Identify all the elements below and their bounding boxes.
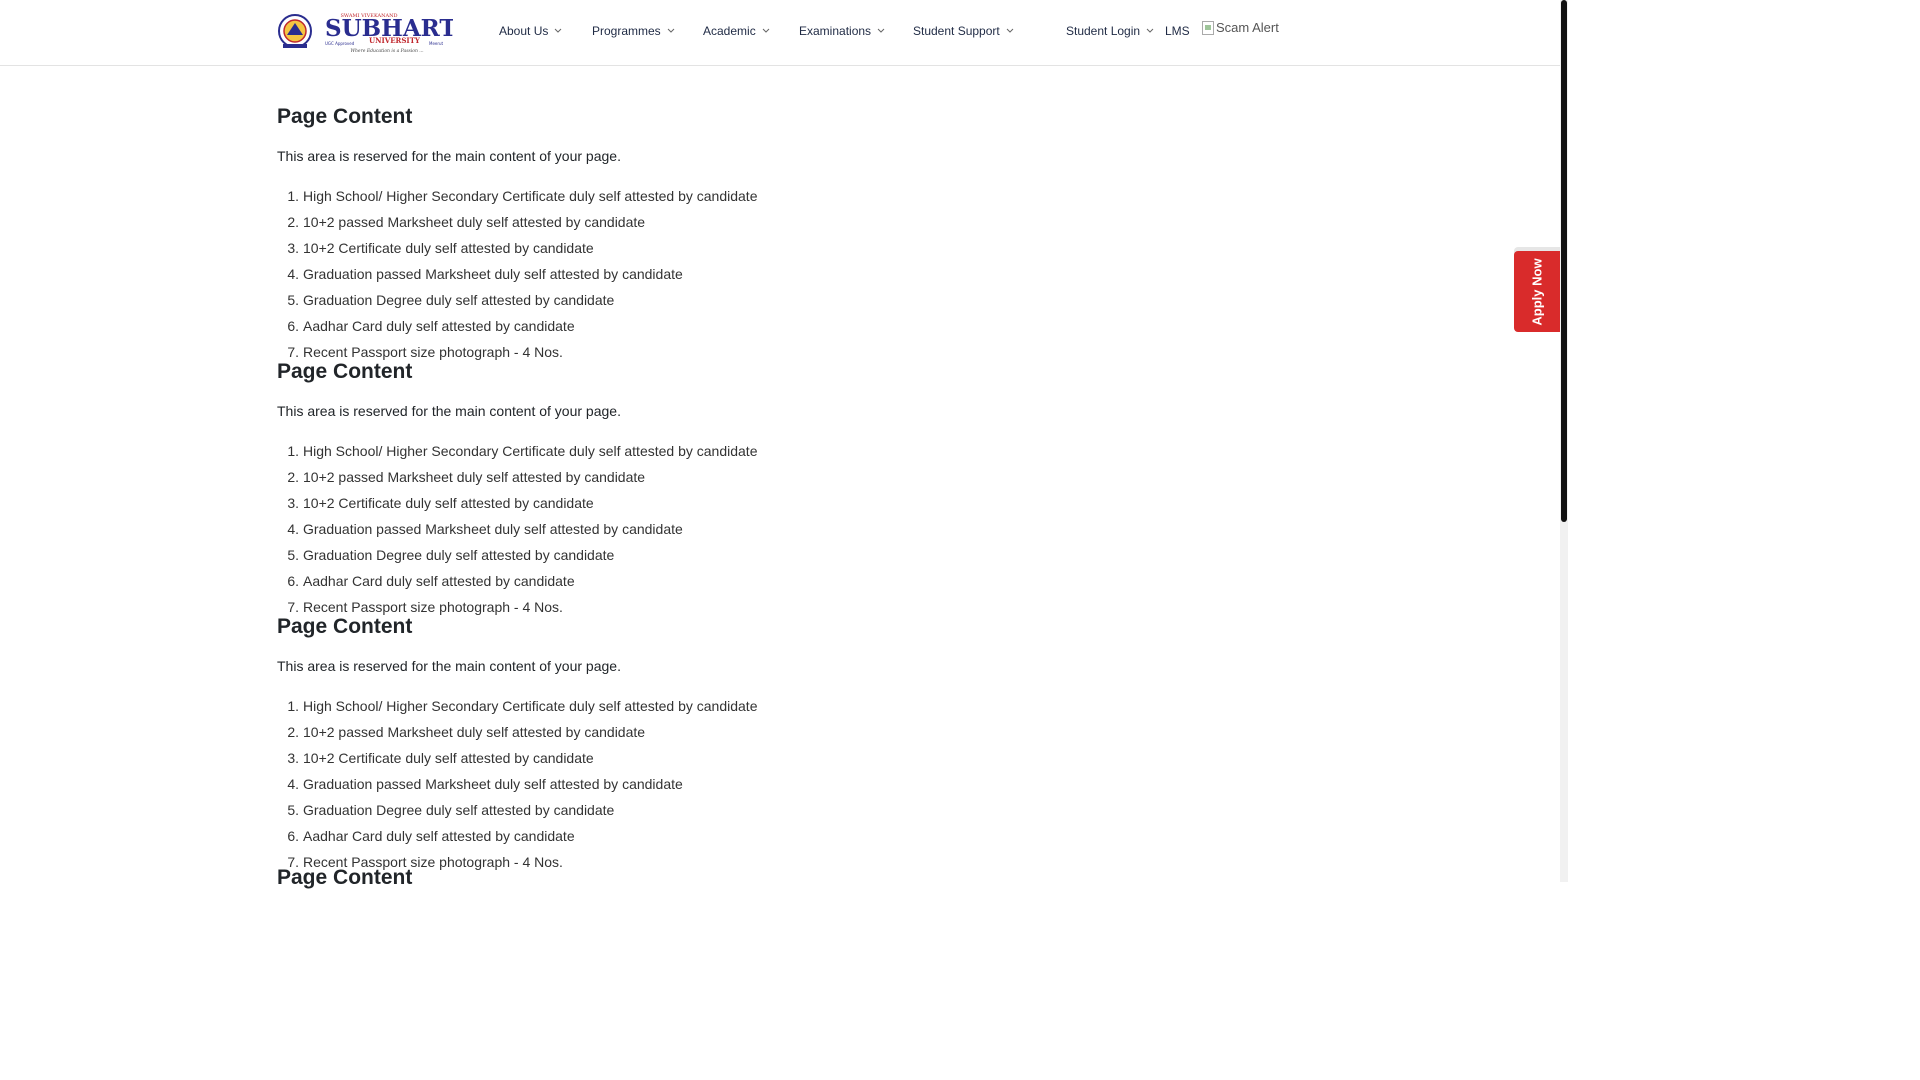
nav-lms[interactable]: LMS <box>1165 24 1190 38</box>
site-header: SWAMI VIVEKANAND SUBHARTI UNIVERSITY UGC… <box>0 0 1560 66</box>
scam-alert-image[interactable]: Scam Alert <box>1202 20 1279 35</box>
nav-label: Academic <box>703 24 756 38</box>
list-item: 3. 10+2 Certificate duly self attested by… <box>287 240 594 256</box>
chevron-down-icon <box>555 28 562 33</box>
svg-text:Where Education is a Passion .: Where Education is a Passion ... <box>350 48 424 54</box>
list-item: 4. Graduation passed Marksheet duly self … <box>287 521 683 537</box>
section-intro: This area is reserved for the main conte… <box>277 403 621 419</box>
nav-label: About Us <box>499 24 549 38</box>
svg-text:UNIVERSITY: UNIVERSITY <box>369 36 421 45</box>
chevron-down-icon <box>1006 28 1014 33</box>
nav-about-us[interactable]: About Us <box>499 24 562 38</box>
list-item: 3. 10+2 Certificate duly self attested by… <box>287 495 594 511</box>
list-item: 2. 10+2 passed Marksheet duly self attest… <box>287 214 646 230</box>
svg-text:UGC Approved: UGC Approved <box>325 41 355 46</box>
list-item: 5. Graduation Degree duly self attested b… <box>287 292 615 308</box>
chevron-down-icon <box>1146 28 1154 33</box>
nav-label: Examinations <box>799 24 872 38</box>
nav-label: Programmes <box>592 24 661 38</box>
apply-now-label: Apply Now <box>1529 257 1545 326</box>
nav-label: LMS <box>1165 24 1190 38</box>
list-item: 1. High School/ Higher Secondary Certific… <box>287 188 758 204</box>
nav-label: Student Support <box>913 24 1000 38</box>
section-title: Page Content <box>277 105 413 128</box>
broken-image-icon <box>1202 20 1214 35</box>
nav-student-login[interactable]: Student Login <box>1066 24 1154 38</box>
list-item: 5. Graduation Degree duly self attested b… <box>287 802 615 818</box>
section-intro: This area is reserved for the main conte… <box>277 148 621 164</box>
university-logo[interactable]: SWAMI VIVEKANAND SUBHARTI UNIVERSITY UGC… <box>277 11 453 55</box>
chevron-down-icon <box>762 28 770 33</box>
list-item: 6. Aadhar Card duly self attested by cand… <box>287 318 575 334</box>
scrollbar-thumb[interactable] <box>1561 0 1567 522</box>
list-item: 5. Graduation Degree duly self attested b… <box>287 547 615 563</box>
document-list: 1. High School/ Higher Secondary Certific… <box>277 187 757 369</box>
section-title: Page Content <box>277 360 413 383</box>
list-item: 1. High School/ Higher Secondary Certific… <box>287 698 758 714</box>
list-item: 3. 10+2 Certificate duly self attested by… <box>287 750 594 766</box>
apply-now-button[interactable]: Apply Now <box>1514 251 1560 332</box>
list-item: 2. 10+2 passed Marksheet duly self attest… <box>287 724 646 740</box>
section-intro: This area is reserved for the main conte… <box>277 658 621 674</box>
section-title: Page Content <box>277 615 413 638</box>
chevron-down-icon <box>877 28 885 33</box>
nav-label: Student Login <box>1066 24 1141 38</box>
list-item: 4. Graduation passed Marksheet duly self … <box>287 266 683 282</box>
nav-academic[interactable]: Academic <box>703 24 770 38</box>
nav-examinations[interactable]: Examinations <box>799 24 885 38</box>
scam-alert-alt-text: Scam Alert <box>1216 20 1279 35</box>
document-list: 1. High School/ Higher Secondary Certific… <box>277 697 757 879</box>
nav-programmes[interactable]: Programmes <box>592 24 675 38</box>
nav-student-support[interactable]: Student Support <box>913 24 1014 38</box>
list-item: 2. 10+2 passed Marksheet duly self attest… <box>287 469 646 485</box>
list-item: 6. Aadhar Card duly self attested by cand… <box>287 573 575 589</box>
list-item: 6. Aadhar Card duly self attested by cand… <box>287 828 575 844</box>
section-title: Page Content <box>277 866 413 889</box>
chevron-down-icon <box>667 28 675 33</box>
document-list: 1. High School/ Higher Secondary Certific… <box>277 442 757 624</box>
list-item: 4. Graduation passed Marksheet duly self … <box>287 776 683 792</box>
svg-text:Meerut: Meerut <box>429 41 444 46</box>
list-item: 1. High School/ Higher Secondary Certific… <box>287 443 758 459</box>
